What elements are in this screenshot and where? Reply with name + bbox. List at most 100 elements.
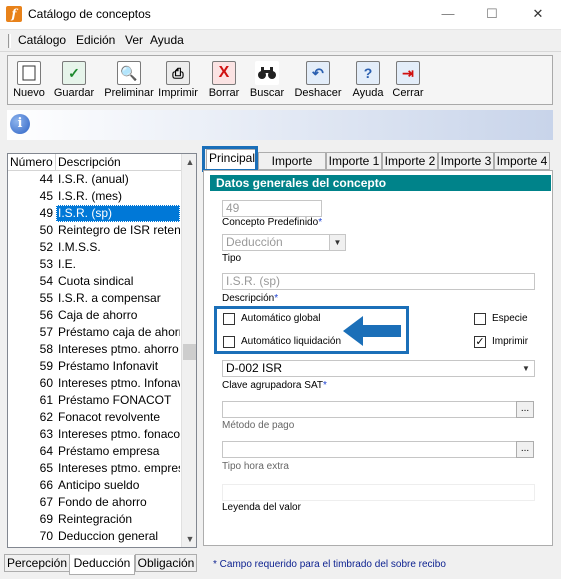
toolbar: Nuevo ✓ Guardar 🔍 Preliminar ⎙ Imprimir … — [7, 55, 553, 105]
table-row[interactable]: 65 Intereses ptmo. empresa — [8, 460, 180, 477]
row-number: 60 — [39, 376, 53, 390]
descripcion-field[interactable]: I.S.R. (sp) — [222, 273, 535, 290]
tab-importe-2[interactable]: Importe 2 — [382, 152, 438, 170]
buscar-button[interactable]: Buscar — [248, 61, 286, 99]
row-description: Préstamo Infonavit — [58, 359, 159, 373]
row-number: 56 — [39, 308, 53, 322]
concepto-number-field[interactable]: 49 — [222, 200, 322, 217]
table-row[interactable]: 57 Préstamo caja de ahorro — [8, 324, 180, 341]
concepto-predefinido-label: Concepto Predefinido* — [222, 217, 323, 228]
row-description: Caja de ahorro — [58, 308, 138, 322]
table-row[interactable]: 54 Cuota sindical — [8, 273, 180, 290]
row-description: I.S.R. (sp) — [56, 205, 180, 222]
minimize-button[interactable]: — — [425, 0, 471, 30]
row-description: Reintegro de ISR retenido — [58, 223, 180, 237]
column-header-numero[interactable]: Número — [8, 154, 55, 171]
row-number: 52 — [39, 240, 53, 254]
ayuda-button[interactable]: ? Ayuda — [351, 61, 385, 99]
clave-agrupadora-value: D-002 ISR — [226, 361, 283, 375]
table-row[interactable]: 60 Intereses ptmo. Infonavit — [8, 375, 180, 392]
printer-icon: ⎙ — [166, 61, 190, 85]
tab-importe-total[interactable]: Importe total — [258, 152, 326, 184]
menu-ayuda[interactable]: Ayuda — [150, 33, 184, 47]
table-row[interactable]: 70 Deduccion general — [8, 528, 180, 545]
row-description: Fondo de ahorro — [58, 495, 147, 509]
tipo-hora-extra-ellipsis-button[interactable]: ... — [516, 441, 534, 458]
leyenda-valor-field[interactable] — [222, 484, 535, 501]
table-row[interactable]: 50 Reintegro de ISR retenido — [8, 222, 180, 239]
row-description: Intereses ptmo. Infonavit — [58, 376, 180, 390]
especie-checkbox[interactable] — [474, 313, 486, 325]
info-icon: i — [10, 114, 30, 134]
nuevo-label: Nuevo — [13, 87, 45, 99]
row-number: 44 — [39, 172, 53, 186]
table-row[interactable]: 45 I.S.R. (mes) — [8, 188, 180, 205]
chevron-down-icon[interactable]: ▼ — [329, 235, 345, 250]
maximize-button[interactable]: ☐ — [469, 0, 515, 30]
table-row[interactable]: 49 I.S.R. (sp) — [8, 205, 180, 222]
tipo-label: Tipo — [222, 253, 242, 264]
tab-importe-3[interactable]: Importe 3 — [438, 152, 494, 170]
menu-bar: Catálogo Edición Ver Ayuda — [0, 30, 561, 52]
table-row[interactable]: 64 Préstamo empresa — [8, 443, 180, 460]
info-bar: i — [7, 110, 553, 140]
tab-importe-4[interactable]: Importe 4 — [494, 152, 550, 170]
ayuda-label: Ayuda — [352, 87, 384, 99]
window-title: Catálogo de conceptos — [28, 7, 151, 21]
row-description: I.E. — [58, 257, 77, 271]
deshacer-button[interactable]: ↶ Deshacer — [293, 61, 343, 99]
preliminar-button[interactable]: 🔍 Preliminar — [104, 61, 154, 99]
close-window-button[interactable]: ✕ — [515, 0, 561, 30]
table-row[interactable]: 58 Intereses ptmo. ahorro — [8, 341, 180, 358]
table-row[interactable]: 59 Préstamo Infonavit — [8, 358, 180, 375]
tipo-hora-extra-label: Tipo hora extra — [222, 461, 289, 472]
row-number: 45 — [39, 189, 53, 203]
column-header-descripcion[interactable]: Descripción — [55, 154, 181, 171]
row-number: 69 — [39, 512, 53, 526]
scroll-thumb[interactable] — [183, 344, 196, 360]
row-description: Préstamo caja de ahorro — [58, 325, 180, 339]
table-row[interactable]: 63 Intereses ptmo. fonacot — [8, 426, 180, 443]
list-scrollbar[interactable]: ▲ ▼ — [181, 154, 196, 547]
scroll-up-icon[interactable]: ▲ — [182, 154, 196, 170]
table-row[interactable]: 52 I.M.S.S. — [8, 239, 180, 256]
nuevo-button[interactable]: Nuevo — [12, 61, 46, 99]
table-row[interactable]: 61 Préstamo FONACOT — [8, 392, 180, 409]
tab-deduccion[interactable]: Deducción — [69, 555, 135, 575]
chevron-down-icon[interactable]: ▼ — [518, 361, 534, 376]
menu-catalogo[interactable]: Catálogo — [18, 33, 66, 47]
table-row[interactable]: 62 Fonacot revolvente — [8, 409, 180, 426]
clave-agrupadora-select[interactable]: D-002 ISR ▼ — [222, 360, 535, 377]
guardar-button[interactable]: ✓ Guardar — [52, 61, 96, 99]
imprimir-checkbox[interactable]: ✓ — [474, 336, 486, 348]
table-row[interactable]: 44 I.S.R. (anual) — [8, 171, 180, 188]
borrar-button[interactable]: X Borrar — [207, 61, 241, 99]
table-row[interactable]: 69 Reintegración — [8, 511, 180, 528]
guardar-label: Guardar — [53, 87, 95, 99]
cerrar-button[interactable]: ⇥ Cerrar — [391, 61, 425, 99]
tab-obligacion[interactable]: Obligación — [135, 554, 197, 572]
menu-grip — [8, 34, 11, 48]
table-row[interactable]: 53 I.E. — [8, 256, 180, 273]
row-number: 64 — [39, 444, 53, 458]
table-row[interactable]: 56 Caja de ahorro — [8, 307, 180, 324]
table-row[interactable]: 67 Fondo de ahorro — [8, 494, 180, 511]
table-row[interactable]: 55 I.S.R. a compensar — [8, 290, 180, 307]
imprimir-button[interactable]: ⎙ Imprimir — [158, 61, 198, 99]
metodo-pago-ellipsis-button[interactable]: ... — [516, 401, 534, 418]
app-logo-icon: f — [6, 6, 22, 22]
tab-importe-1[interactable]: Importe 1 — [326, 152, 382, 170]
row-description: I.M.S.S. — [58, 240, 101, 254]
metodo-pago-field[interactable] — [222, 401, 517, 418]
buscar-label: Buscar — [249, 87, 285, 99]
menu-edicion[interactable]: Edición — [76, 33, 115, 47]
scroll-down-icon[interactable]: ▼ — [182, 531, 196, 547]
menu-ver[interactable]: Ver — [125, 33, 143, 47]
especie-label: Especie — [492, 313, 528, 324]
tab-percepcion[interactable]: Percepción — [4, 554, 70, 572]
table-row[interactable]: 66 Anticipo sueldo — [8, 477, 180, 494]
concept-list[interactable]: Número Descripción 44 I.S.R. (anual) 45 I.S… — [7, 153, 197, 548]
tipo-hora-extra-field[interactable] — [222, 441, 517, 458]
row-number: 65 — [39, 461, 53, 475]
tipo-select[interactable]: Deducción ▼ — [222, 234, 346, 251]
